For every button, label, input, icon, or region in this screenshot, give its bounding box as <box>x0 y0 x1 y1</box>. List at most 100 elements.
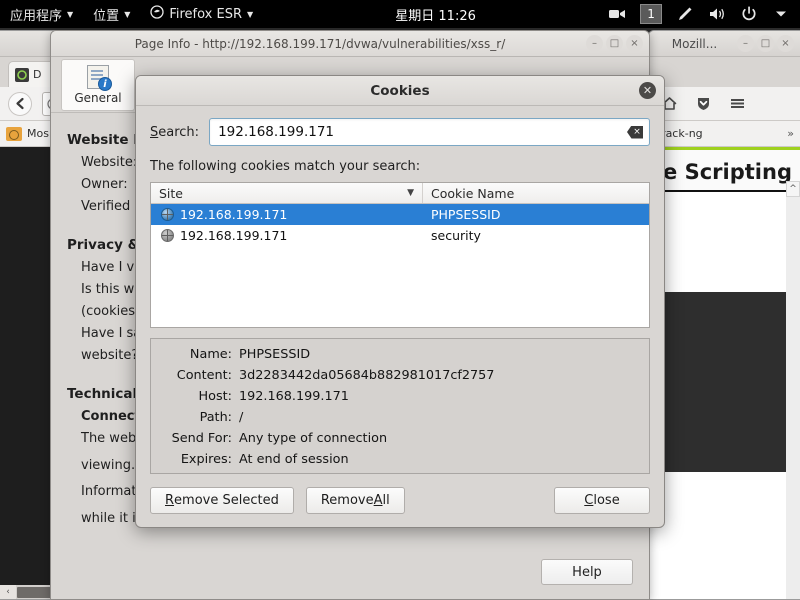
hamburger-menu-icon[interactable] <box>725 92 749 116</box>
cell-site: 192.168.199.171 <box>151 228 423 243</box>
menu-firefox-esr[interactable]: Firefox ESR ▼ <box>140 0 263 28</box>
menu-places[interactable]: 位置 ▼ <box>83 0 140 28</box>
detail-row-content: Content: 3d2283442da05684b882981017cf275… <box>161 368 639 383</box>
cell-site-label: 192.168.199.171 <box>180 207 288 222</box>
close-icon[interactable]: ✕ <box>639 82 656 99</box>
close-button[interactable]: × <box>626 35 643 52</box>
cell-site-label: 192.168.199.171 <box>180 228 288 243</box>
help-button[interactable]: Help <box>541 559 633 585</box>
screencast-icon[interactable] <box>608 5 626 23</box>
search-input[interactable] <box>216 124 627 140</box>
chevron-down-icon[interactable]: ▼ <box>407 188 414 198</box>
close-button[interactable]: × <box>777 35 794 52</box>
cookies-dialog-titlebar: Cookies ✕ <box>136 76 664 106</box>
detail-row-send-for: Send For: Any type of connection <box>161 431 639 446</box>
detail-value: / <box>239 410 244 425</box>
screen-root: Damn V D Mos ‹ <box>0 0 800 600</box>
window-title: Mozill... <box>671 36 718 51</box>
cell-site: 192.168.199.171 <box>151 207 423 222</box>
navigation-toolbar[interactable] <box>649 87 800 121</box>
background-browser-window-right[interactable]: Mozill... – □ × crack-ng » te Scripting <box>648 30 800 600</box>
minimize-button[interactable]: – <box>737 35 754 52</box>
detail-row-name: Name: PHPSESSID <box>161 347 639 362</box>
menu-applications[interactable]: 应用程序 ▼ <box>0 0 83 28</box>
tab-strip[interactable] <box>649 57 800 87</box>
page-content-right: te Scripting <box>649 147 800 599</box>
pen-icon[interactable] <box>676 5 694 23</box>
column-header-site-label: Site <box>159 185 183 201</box>
minimize-button[interactable]: – <box>586 35 603 52</box>
panel-clock[interactable]: 星期日 11:26 <box>385 0 486 28</box>
remove-all-rest: ll <box>382 493 390 508</box>
clear-backspace-icon[interactable]: × <box>627 125 643 139</box>
panel-tray[interactable]: 1 <box>608 4 800 24</box>
table-row[interactable]: 192.168.199.171 PHPSESSID <box>151 204 649 225</box>
column-header-cookie-name[interactable]: Cookie Name <box>423 183 649 203</box>
scroll-left-arrow-icon[interactable]: ‹ <box>0 585 16 599</box>
page-body <box>649 292 800 599</box>
cookies-list[interactable]: Site ▼ Cookie Name 192.168.199.171 PHPSE… <box>150 182 650 328</box>
tab-favicon-icon <box>15 67 29 82</box>
detail-row-path: Path: / <box>161 410 639 425</box>
column-header-site[interactable]: Site ▼ <box>151 183 423 203</box>
detail-value: PHPSESSID <box>239 347 311 362</box>
detail-key: Content: <box>176 368 232 383</box>
page-heading: te Scripting <box>649 147 800 192</box>
search-field-wrapper[interactable]: × <box>209 118 650 146</box>
remove-all-button[interactable]: Remove All <box>305 487 405 514</box>
close-rest: lose <box>593 493 620 508</box>
scroll-up-arrow-icon[interactable]: ^ <box>786 181 800 197</box>
back-button[interactable] <box>8 91 32 116</box>
maximize-button[interactable]: □ <box>757 35 774 52</box>
globe-icon <box>161 208 174 221</box>
chevron-down-icon: ▼ <box>124 10 131 19</box>
remove-all-prefix: Remove <box>320 493 374 508</box>
bookmarks-bar[interactable]: crack-ng » <box>649 121 800 147</box>
cookies-dialog[interactable]: Cookies ✕ Search: × The following cookie… <box>135 75 665 528</box>
volume-icon[interactable] <box>708 5 726 23</box>
close-button[interactable]: Close <box>554 487 650 514</box>
table-row[interactable]: 192.168.199.171 security <box>151 225 649 246</box>
detail-key: Host: <box>198 389 232 404</box>
menu-places-label: 位置 <box>93 8 120 24</box>
cookies-list-header: Site ▼ Cookie Name <box>151 183 649 204</box>
detail-key: Path: <box>199 410 232 425</box>
menu-firefox-esr-label: Firefox ESR <box>169 6 242 22</box>
detail-row-expires: Expires: At end of session <box>161 452 639 467</box>
maximize-button[interactable]: □ <box>606 35 623 52</box>
window-titlebar: Mozill... – □ × <box>649 31 800 57</box>
column-header-cookie-name-label: Cookie Name <box>431 185 515 201</box>
bookmarks-overflow-icon[interactable]: » <box>787 127 794 140</box>
bookmark-folder-icon <box>6 126 22 141</box>
page-dark-region <box>649 292 800 472</box>
search-label-rest: earch: <box>158 124 200 140</box>
cookies-dialog-body: Search: × The following cookies match yo… <box>136 106 664 474</box>
tab-label: D <box>33 68 42 81</box>
detail-value: 3d2283442da05684b882981017cf2757 <box>239 368 495 383</box>
page-info-document-icon: i <box>87 64 112 91</box>
page-info-title: Page Info - http://192.168.199.171/dvwa/… <box>134 36 506 51</box>
detail-row-host: Host: 192.168.199.171 <box>161 389 639 404</box>
vertical-scrollbar[interactable]: ^ <box>786 181 800 599</box>
firefox-icon <box>150 5 164 23</box>
detail-key: Expires: <box>180 452 232 467</box>
close-mnemonic: C <box>584 493 594 508</box>
search-label: Search: <box>150 125 199 140</box>
bookmark-label[interactable]: Mos <box>27 127 49 140</box>
detail-value: At end of session <box>239 452 349 467</box>
power-icon[interactable] <box>740 5 758 23</box>
search-hint-text: The following cookies match your search: <box>150 159 421 174</box>
cookies-dialog-title: Cookies <box>370 82 430 99</box>
remove-selected-button[interactable]: Remove Selected <box>150 487 294 514</box>
info-badge-icon: i <box>98 76 112 91</box>
chevron-down-icon[interactable] <box>772 5 790 23</box>
tab-general[interactable]: i General <box>61 58 135 111</box>
cookies-dialog-buttons: Remove Selected Remove All Close <box>150 487 650 514</box>
downloads-shield-icon[interactable] <box>691 92 715 116</box>
remove-selected-mnemonic: R <box>165 493 175 508</box>
remove-all-mnemonic: A <box>373 493 383 508</box>
desktop-top-panel[interactable]: 应用程序 ▼ 位置 ▼ Firefox ESR ▼ 星期日 11:26 1 <box>0 0 800 28</box>
workspace-indicator[interactable]: 1 <box>640 4 663 24</box>
chevron-down-icon: ▼ <box>247 10 254 19</box>
cell-cookie-name: security <box>431 228 481 243</box>
